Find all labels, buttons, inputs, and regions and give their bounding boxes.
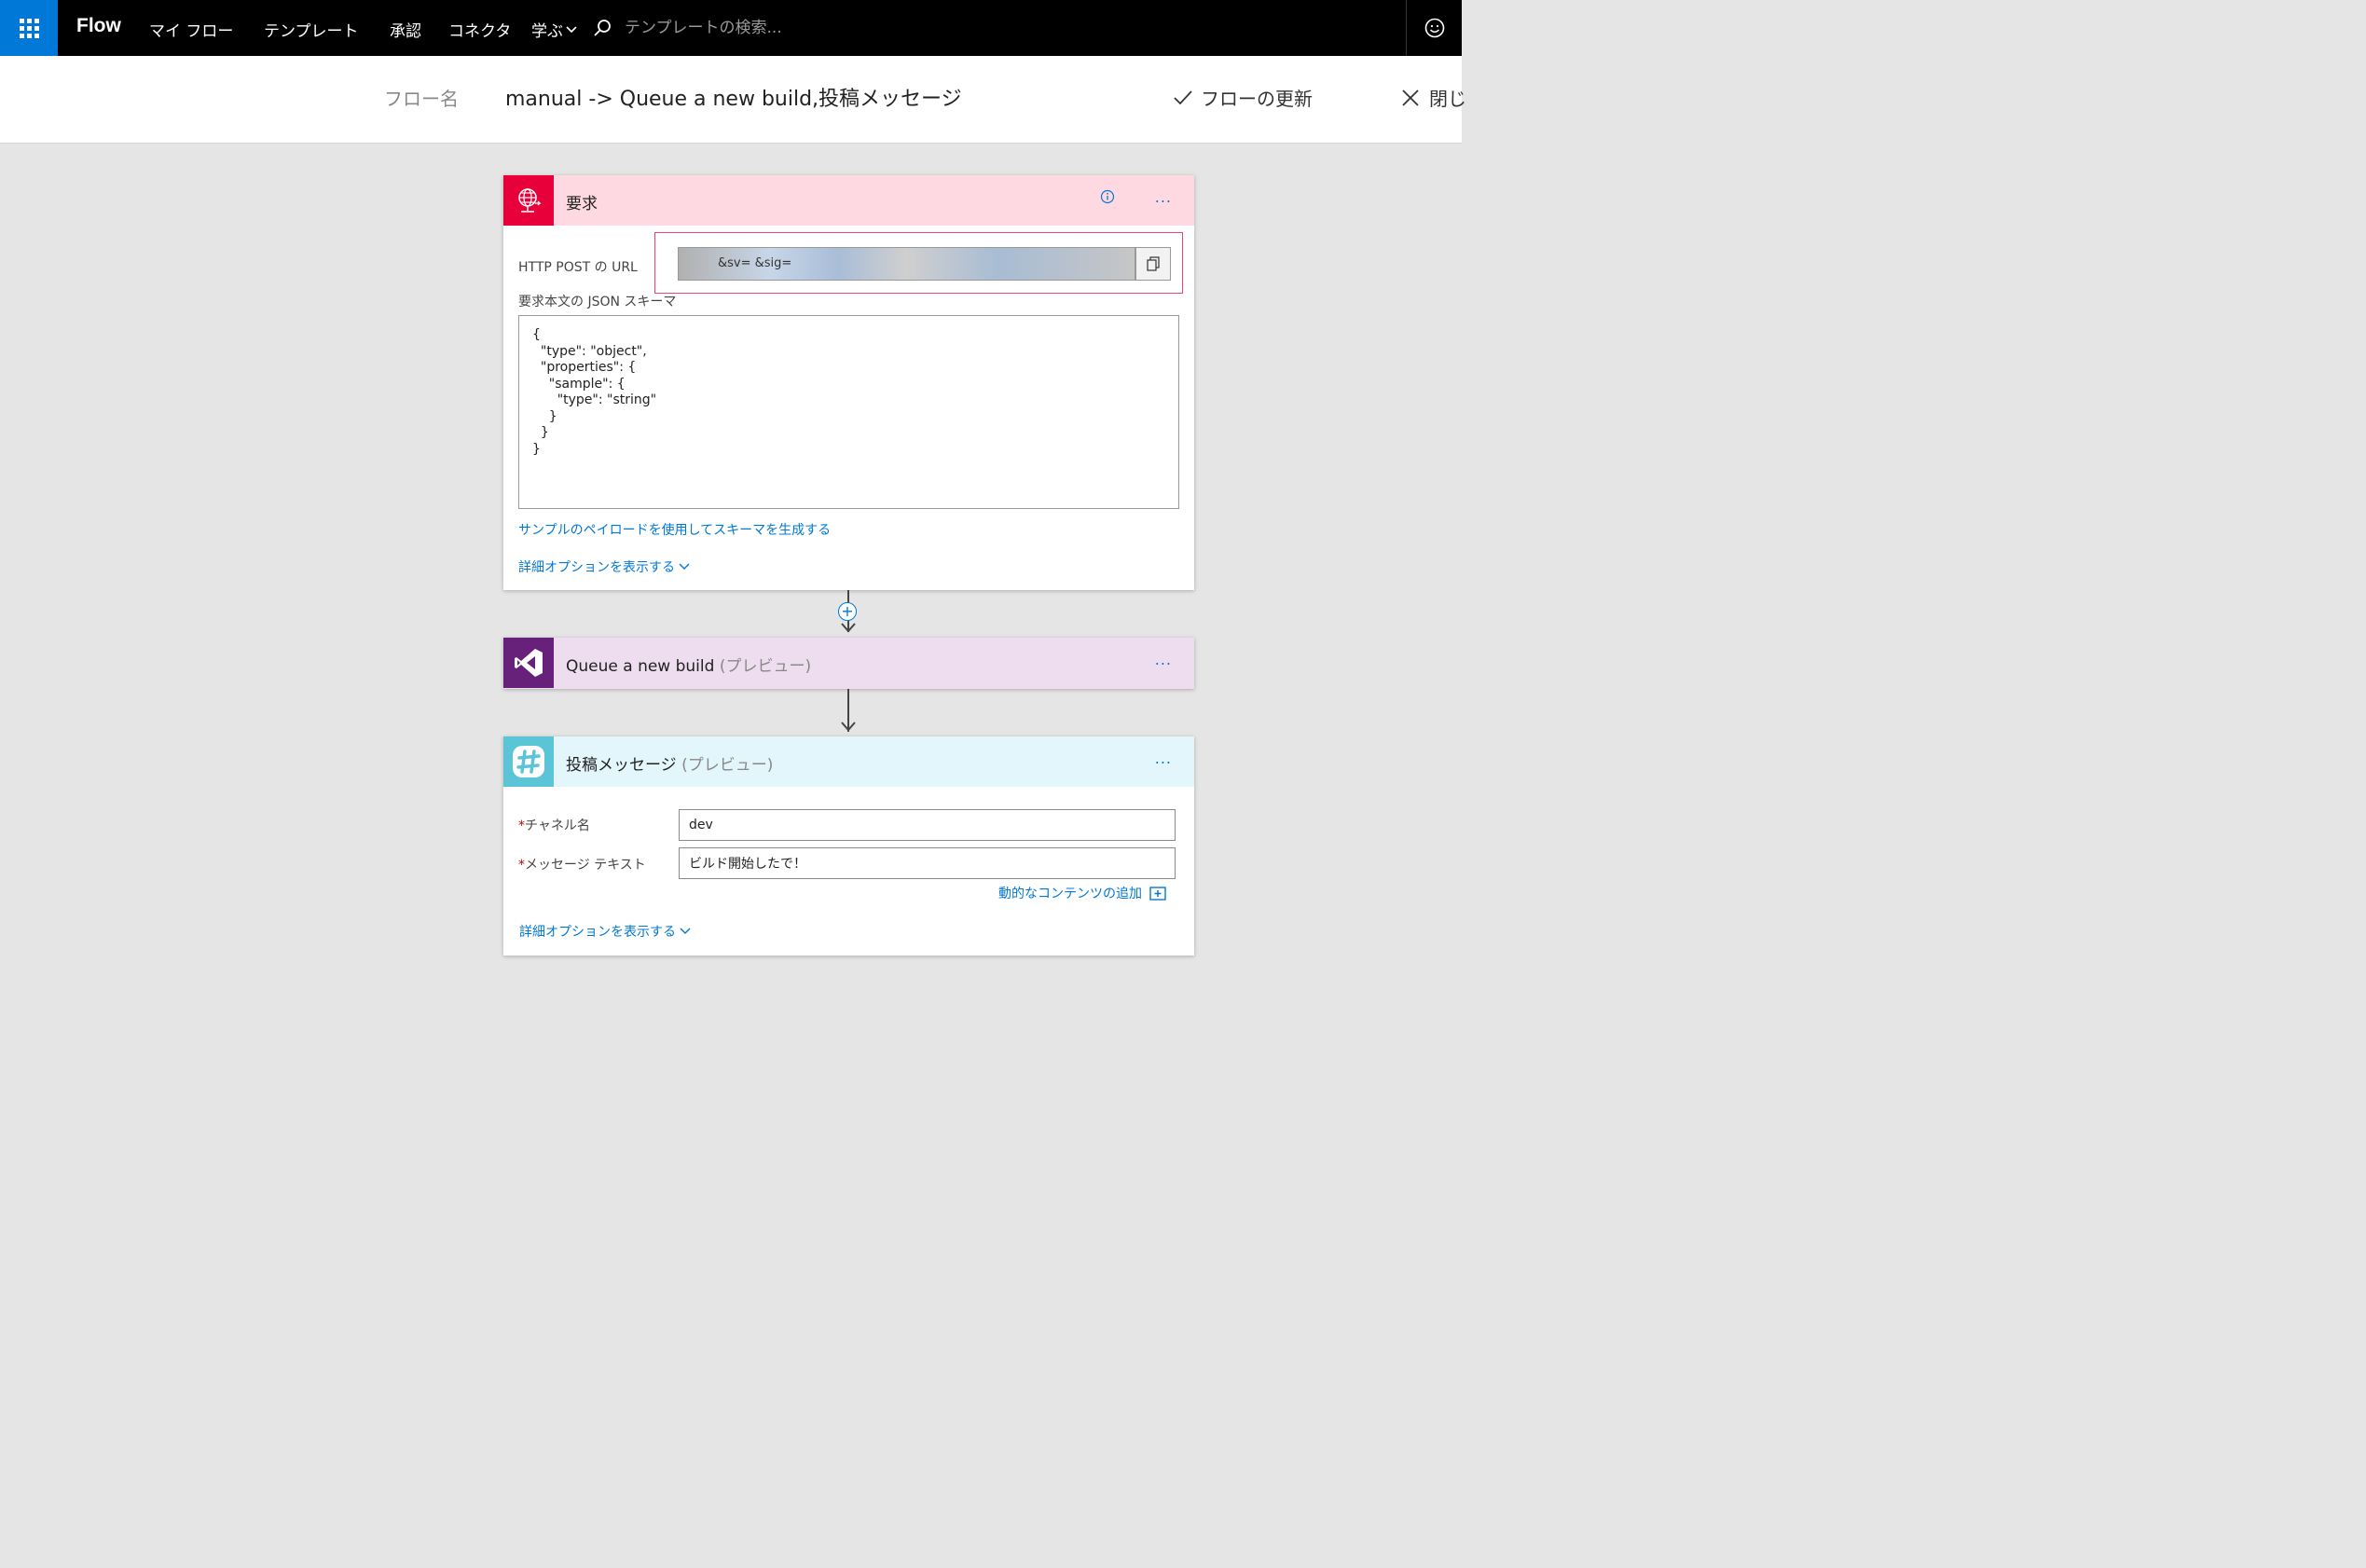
arrow-down-icon xyxy=(841,623,856,633)
checkmark-icon xyxy=(1174,89,1192,104)
flow-name-label: フロー名 xyxy=(384,88,459,110)
brand-logo[interactable]: Flow xyxy=(76,15,121,37)
nav-item-approvals[interactable]: 承認 xyxy=(390,18,421,41)
post-message-card: 投稿メッセージ (プレビュー) ... *チャネル名 *メッセージ テキスト 動… xyxy=(503,736,1194,956)
nav-item-learn[interactable]: 学ぶ xyxy=(531,18,578,41)
preview-badge: (プレビュー) xyxy=(681,756,774,775)
request-trigger-card: 要求 ... HTTP POST の URL &sv= &sig= 要求本文の … xyxy=(503,175,1194,590)
update-flow-button[interactable]: フローの更新 xyxy=(1173,84,1313,111)
top-nav-bar: Flow マイ フロー テンプレート 承認 コネクタ 学ぶ xyxy=(0,0,1462,56)
show-advanced-options-label: 詳細オプションを表示する xyxy=(518,560,675,575)
visual-studio-icon xyxy=(503,638,554,688)
waffle-icon xyxy=(19,18,39,38)
message-text-label-text: メッセージ テキスト xyxy=(525,858,646,873)
add-step-button[interactable]: + xyxy=(838,602,857,621)
nav-item-templates[interactable]: テンプレート xyxy=(264,18,359,41)
chevron-down-icon xyxy=(679,563,690,570)
request-card-header[interactable]: 要求 ... xyxy=(503,175,1194,226)
update-flow-label: フローの更新 xyxy=(1201,88,1313,110)
copy-icon xyxy=(1147,256,1160,271)
smiley-icon xyxy=(1424,18,1445,38)
http-post-url-label: HTTP POST の URL xyxy=(518,260,638,275)
message-text-input[interactable] xyxy=(679,847,1176,879)
required-marker: * xyxy=(518,858,525,873)
queue-build-title-text: Queue a new build xyxy=(566,657,715,676)
close-icon xyxy=(1402,89,1419,106)
json-schema-label: 要求本文の JSON スキーマ xyxy=(518,295,677,309)
message-text-label: *メッセージ テキスト xyxy=(518,855,646,873)
channel-name-input[interactable] xyxy=(679,809,1176,841)
slack-icon xyxy=(503,736,554,787)
json-schema-text: { "type": "object", "properties": { "sam… xyxy=(532,327,657,457)
nav-item-connectors[interactable]: コネクタ xyxy=(448,18,511,41)
required-marker: * xyxy=(518,818,525,833)
show-advanced-options-link[interactable]: 詳細オプションを表示する xyxy=(519,922,691,941)
show-advanced-options-label: 詳細オプションを表示する xyxy=(519,925,676,940)
nav-item-learn-label: 学ぶ xyxy=(531,22,563,41)
add-dynamic-content-link[interactable]: 動的なコンテンツの追加 xyxy=(998,884,1166,902)
post-message-title-text: 投稿メッセージ xyxy=(566,756,677,775)
info-icon[interactable] xyxy=(1100,189,1115,204)
copy-url-button[interactable] xyxy=(1135,247,1171,281)
preview-badge: (プレビュー) xyxy=(719,657,812,676)
queue-build-card-header[interactable]: Queue a new build (プレビュー) ... xyxy=(503,638,1194,688)
app-launcher-button[interactable] xyxy=(0,0,58,56)
flow-header: フロー名 manual -> Queue a new build,投稿メッセージ… xyxy=(0,56,1466,144)
close-button[interactable]: 閉じ xyxy=(1401,84,1466,111)
flow-name-field[interactable]: manual -> Queue a new build,投稿メッセージ xyxy=(505,82,962,112)
request-card-title: 要求 xyxy=(566,195,598,213)
close-label: 閉じ xyxy=(1429,88,1466,110)
request-globe-icon xyxy=(503,175,554,226)
nav-item-my-flows[interactable]: マイ フロー xyxy=(149,18,233,41)
json-schema-editor[interactable]: { "type": "object", "properties": { "sam… xyxy=(518,315,1179,509)
show-advanced-options-link[interactable]: 詳細オプションを表示する xyxy=(518,557,690,576)
more-options-icon[interactable]: ... xyxy=(1155,188,1172,206)
more-options-icon[interactable]: ... xyxy=(1155,651,1172,668)
arrow-down-icon xyxy=(841,722,856,732)
feedback-button[interactable] xyxy=(1406,0,1463,56)
chevron-down-icon xyxy=(680,928,691,934)
add-dynamic-content-label: 動的なコンテンツの追加 xyxy=(998,887,1142,901)
more-options-icon[interactable]: ... xyxy=(1155,750,1172,767)
add-dynamic-content-icon xyxy=(1149,886,1166,901)
post-message-card-header[interactable]: 投稿メッセージ (プレビュー) ... xyxy=(503,736,1194,787)
channel-name-label: *チャネル名 xyxy=(518,816,590,834)
queue-build-card-title: Queue a new build (プレビュー) xyxy=(566,653,811,676)
post-message-card-title: 投稿メッセージ (プレビュー) xyxy=(566,751,773,775)
chevron-down-icon xyxy=(566,25,577,33)
channel-name-label-text: チャネル名 xyxy=(525,818,590,833)
generate-schema-link[interactable]: サンプルのペイロードを使用してスキーマを生成する xyxy=(518,520,831,539)
search-input[interactable] xyxy=(625,15,904,41)
search-icon[interactable] xyxy=(593,19,612,37)
http-post-url-field[interactable]: &sv= &sig= xyxy=(678,247,1135,281)
queue-build-card[interactable]: Queue a new build (プレビュー) ... xyxy=(503,638,1194,689)
